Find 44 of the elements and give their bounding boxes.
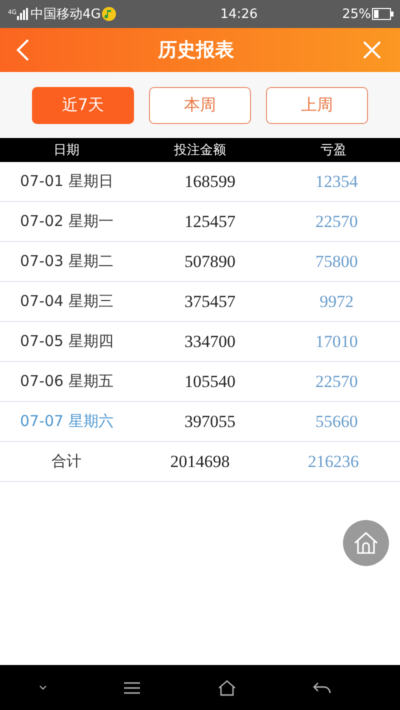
total-label: 合计 [50, 452, 83, 471]
battery-icon [372, 8, 394, 20]
amount-cell-text: 105540 [184, 372, 236, 392]
period-tab[interactable]: 本周 [149, 86, 251, 124]
signal-icon [17, 8, 30, 20]
amount-cell-text: 507890 [184, 252, 236, 272]
profit-cell-text: 55660 [314, 412, 359, 432]
amount-cell-text: 125457 [184, 212, 236, 232]
home-icon [352, 529, 380, 557]
date-cell-text: 07-05 星期四 [19, 332, 114, 351]
home-icon[interactable] [218, 680, 236, 696]
music-app-icon [102, 7, 116, 21]
profit-cell-text: 17010 [314, 332, 359, 352]
period-tab[interactable]: 上周 [266, 86, 368, 124]
column-header: 亏盈 [319, 142, 348, 159]
home-button[interactable] [343, 520, 389, 566]
date-cell-text: 07-02 星期一 [19, 212, 114, 231]
total-profit: 216236 [306, 452, 360, 472]
column-header: 日期 [52, 142, 81, 159]
amount-cell-text: 397055 [184, 412, 236, 432]
date-cell-text: 07-03 星期二 [19, 252, 114, 271]
profit-cell-text: 22570 [314, 372, 359, 392]
battery-percent: 25% [342, 6, 371, 22]
profit-cell-text: 75800 [314, 252, 359, 272]
date-cell-text: 07-06 星期五 [19, 372, 114, 391]
date-cell-text: 07-04 星期三 [19, 292, 114, 311]
back-icon[interactable] [16, 39, 30, 61]
chevron-down-icon[interactable] [38, 685, 47, 690]
profit-cell-text: 12354 [314, 172, 359, 192]
page-title: 历史报表 [158, 38, 234, 63]
carrier-label: 中国移动4G [30, 6, 101, 23]
period-tab[interactable]: 近7天 [32, 86, 134, 124]
profit-cell-text: 22570 [314, 212, 359, 232]
amount-cell-text: 375457 [184, 292, 236, 312]
amount-cell-text: 168599 [184, 172, 236, 192]
total-amount: 2014698 [169, 452, 231, 472]
date-cell-text: 07-01 星期日 [19, 172, 114, 191]
amount-cell-text: 334700 [184, 332, 236, 352]
profit-cell-text: 9972 [318, 292, 355, 312]
column-header: 投注金额 [172, 142, 227, 159]
back-arrow-icon[interactable] [313, 682, 332, 694]
date-cell-text: 07-07 星期六 [19, 412, 114, 431]
clock-time: 14:26 [220, 6, 258, 22]
menu-icon[interactable] [124, 682, 140, 694]
